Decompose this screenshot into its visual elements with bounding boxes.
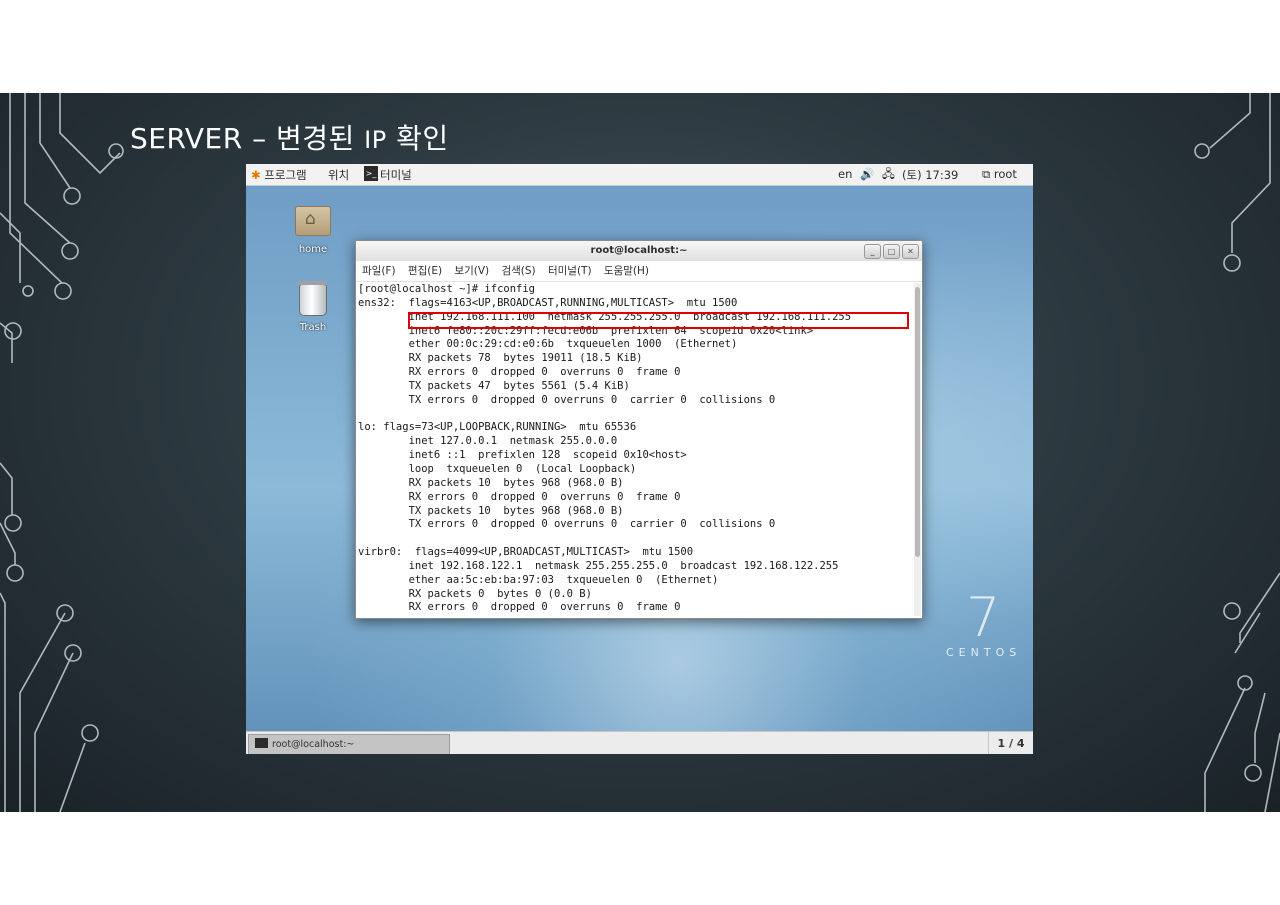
terminal-line: TX errors 0 dropped 0 overruns 0 carrier… [358,518,776,531]
volume-icon[interactable]: 🔊 [860,167,874,181]
network-icon[interactable]: 🖧 [882,167,895,186]
terminal-menubar: 파일(F) 편집(E) 보기(V) 검색(S) 터미널(T) 도움말(H) [356,261,922,282]
terminal-line: RX packets 0 bytes 0 (0.0 B) [358,587,592,600]
terminal-icon: >_ [364,166,378,181]
taskbar-terminal-button[interactable]: root@localhost:~ [248,734,450,754]
title-ip: IP [364,126,387,154]
menu-edit[interactable]: 편집(E) [408,265,442,277]
scrollbar-thumb[interactable] [915,287,920,557]
terminal-line: RX errors 0 dropped 0 overruns 0 frame 0 [358,366,681,379]
terminal-line: inet6 ::1 prefixlen 128 scopeid 0x10<hos… [358,449,687,462]
terminal-line: RX packets 10 bytes 968 (968.0 B) [358,476,624,489]
terminal-line: lo: flags=73<UP,LOOPBACK,RUNNING> mtu 65… [358,421,637,434]
menu-help[interactable]: 도움말(H) [604,265,649,277]
menu-search[interactable]: 검색(S) [501,265,535,277]
bottom-panel: root@localhost:~ 1 / 4 [246,731,1033,754]
title-prefix: SERVER – 변경된 [130,122,365,155]
terminal-line: inet 192.168.111.100 netmask 255.255.255… [358,310,852,323]
terminal-line: inet 127.0.0.1 netmask 255.0.0.0 [358,435,618,448]
terminal-icon [255,738,268,748]
terminal-line: virbr0: flags=4099<UP,BROADCAST,MULTICAS… [358,546,694,559]
terminal-line: TX packets 47 bytes 5561 (5.4 KiB) [358,379,630,392]
desktop-icon-trash[interactable]: Trash [292,281,334,333]
terminal-line: ens32: flags=4163<UP,BROADCAST,RUNNING,M… [358,296,738,309]
terminal-line: inet6 fe80::20c:29ff:fecd:e06b prefixlen… [358,324,814,337]
workspace-pager[interactable]: 1 / 4 [988,732,1033,754]
datetime[interactable]: (토) 17:39 [902,167,958,183]
menu-view[interactable]: 보기(V) [454,265,489,277]
slide-title: SERVER – 변경된 IP 확인 [130,117,449,157]
user-icon: ⧉ [982,167,991,181]
desktop-icon-label: Trash [299,322,327,333]
home-folder-icon [295,206,331,236]
terminal-window[interactable]: root@localhost:~ _ □ ✕ 파일(F) 편집(E) 보기(V) 검… [355,240,923,619]
terminal-line: TX packets 10 bytes 968 (968.0 B) [358,504,624,517]
menu-file[interactable]: 파일(F) [362,265,396,277]
places-menu[interactable]: 위치 [328,167,349,183]
user-label: root [993,167,1017,181]
language-indicator[interactable]: en [838,167,852,181]
terminal-output[interactable]: [root@localhost ~]# ifconfig ens32: flags… [356,283,912,618]
task-label: root@localhost:~ [272,739,355,750]
top-panel: ✱ 프로그램 위치 >_ 터미널 en 🔊 🖧 (토) 17:39 ⧉ root [246,164,1033,186]
window-titlebar[interactable]: root@localhost:~ _ □ ✕ [356,241,922,261]
terminal-line: inet 192.168.122.1 netmask 255.255.255.0… [358,559,839,572]
maximize-icon[interactable]: □ [883,244,900,259]
terminal-menu[interactable]: 터미널 [380,167,412,183]
programs-menu[interactable]: ✱ 프로그램 [251,167,307,183]
terminal-line: TX errors 0 dropped 0 overruns 0 carrier… [358,393,776,406]
terminal-line: RX errors 0 dropped 0 overruns 0 frame 0 [358,490,681,503]
desktop-icon-label: home [298,244,328,255]
desktop-icon-home[interactable]: home [292,206,334,255]
terminal-line: ether 00:0c:29:cd:e0:6b txqueuelen 1000 … [358,338,738,351]
terminal-line: RX packets 78 bytes 19011 (18.5 KiB) [358,352,643,365]
terminal-line: [root@localhost ~]# ifconfig [358,283,536,295]
terminal-line: loop txqueuelen 0 (Local Loopback) [358,462,637,475]
programs-label: 프로그램 [264,168,307,182]
programs-icon: ✱ [251,168,261,182]
window-controls: _ □ ✕ [862,244,919,264]
centos-desktop: ✱ 프로그램 위치 >_ 터미널 en 🔊 🖧 (토) 17:39 ⧉ root… [246,164,1033,754]
menu-terminal[interactable]: 터미널(T) [548,265,592,277]
centos-logo-text: CENTOS [946,646,1022,659]
window-title: root@localhost:~ [590,245,688,256]
user-menu[interactable]: ⧉ root [982,167,1017,182]
terminal-line: ether aa:5c:eb:ba:97:03 txqueuelen 0 (Et… [358,573,719,586]
centos-logo-number: 7 [966,586,1001,649]
title-suffix: 확인 [386,122,449,155]
close-icon[interactable]: ✕ [902,244,919,259]
trash-icon [297,281,327,316]
scrollbar[interactable] [914,283,921,616]
terminal-line: RX errors 0 dropped 0 overruns 0 frame 0 [358,601,681,614]
minimize-icon[interactable]: _ [864,244,881,259]
